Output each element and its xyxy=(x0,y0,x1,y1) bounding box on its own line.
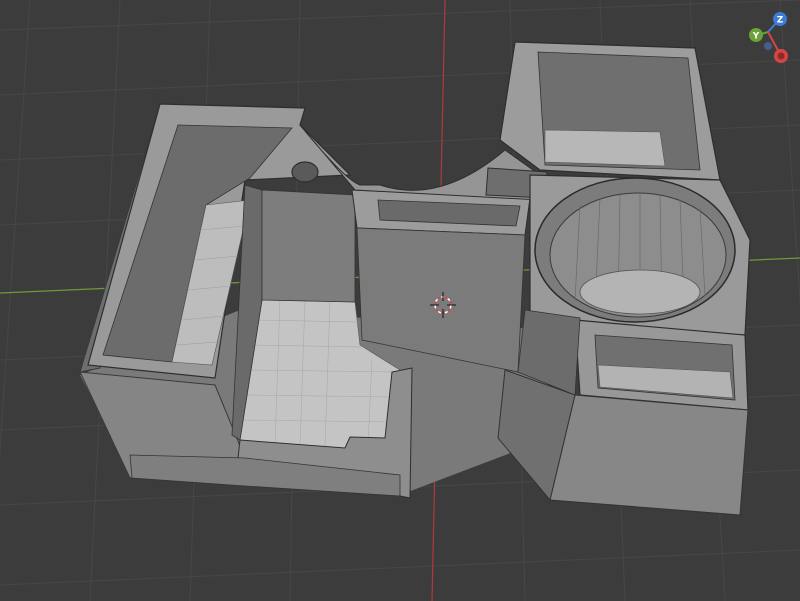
viewport-scene[interactable] xyxy=(0,0,800,601)
axis-neg-x-icon[interactable] xyxy=(764,42,772,50)
axis-x-icon[interactable] xyxy=(774,49,788,63)
pen-hole xyxy=(291,161,319,183)
navigation-gizmo[interactable]: Z Y xyxy=(740,6,796,68)
3d-viewport[interactable]: Z Y xyxy=(0,0,800,601)
right-block-front-face xyxy=(549,394,749,516)
axis-z-icon[interactable]: Z xyxy=(773,12,787,26)
svg-text:Y: Y xyxy=(752,32,760,42)
top-right-compartment-floor xyxy=(544,129,666,167)
desk-organizer-mesh[interactable] xyxy=(79,41,751,516)
central-well-back-wall xyxy=(261,189,356,303)
cup-bottom xyxy=(579,269,701,315)
axis-y-icon[interactable]: Y xyxy=(749,28,763,42)
svg-text:Z: Z xyxy=(777,16,784,26)
